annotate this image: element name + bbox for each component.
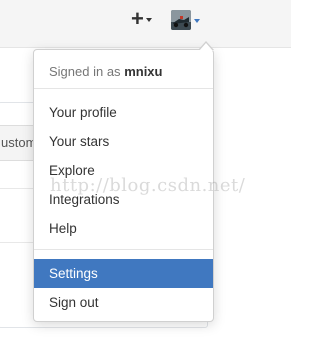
menu-item-your-stars[interactable]: Your stars bbox=[34, 127, 213, 156]
menu-item-sign-out[interactable]: Sign out bbox=[34, 288, 213, 317]
menu-item-integrations[interactable]: Integrations bbox=[34, 185, 213, 214]
divider bbox=[34, 88, 213, 89]
divider bbox=[34, 249, 213, 250]
menu-item-help[interactable]: Help bbox=[34, 214, 213, 243]
username: mnixu bbox=[124, 64, 163, 79]
signed-in-header: Signed in as mnixu bbox=[49, 64, 162, 79]
menu-item-settings[interactable]: Settings bbox=[34, 259, 213, 288]
dropdown-caret-fill bbox=[199, 43, 213, 51]
top-bar: + bbox=[0, 0, 291, 48]
menu-item-explore[interactable]: Explore bbox=[34, 156, 213, 185]
user-dropdown-menu: Signed in as mnixu Your profile Your sta… bbox=[33, 41, 214, 322]
avatar bbox=[171, 10, 191, 30]
chevron-down-icon bbox=[145, 18, 152, 22]
chevron-down-icon bbox=[194, 19, 200, 23]
plus-icon: + bbox=[131, 6, 144, 31]
signed-in-label: Signed in as bbox=[49, 64, 121, 79]
user-menu-button[interactable] bbox=[171, 9, 207, 31]
menu-item-your-profile[interactable]: Your profile bbox=[34, 98, 213, 127]
create-new-button[interactable]: + bbox=[131, 8, 159, 30]
